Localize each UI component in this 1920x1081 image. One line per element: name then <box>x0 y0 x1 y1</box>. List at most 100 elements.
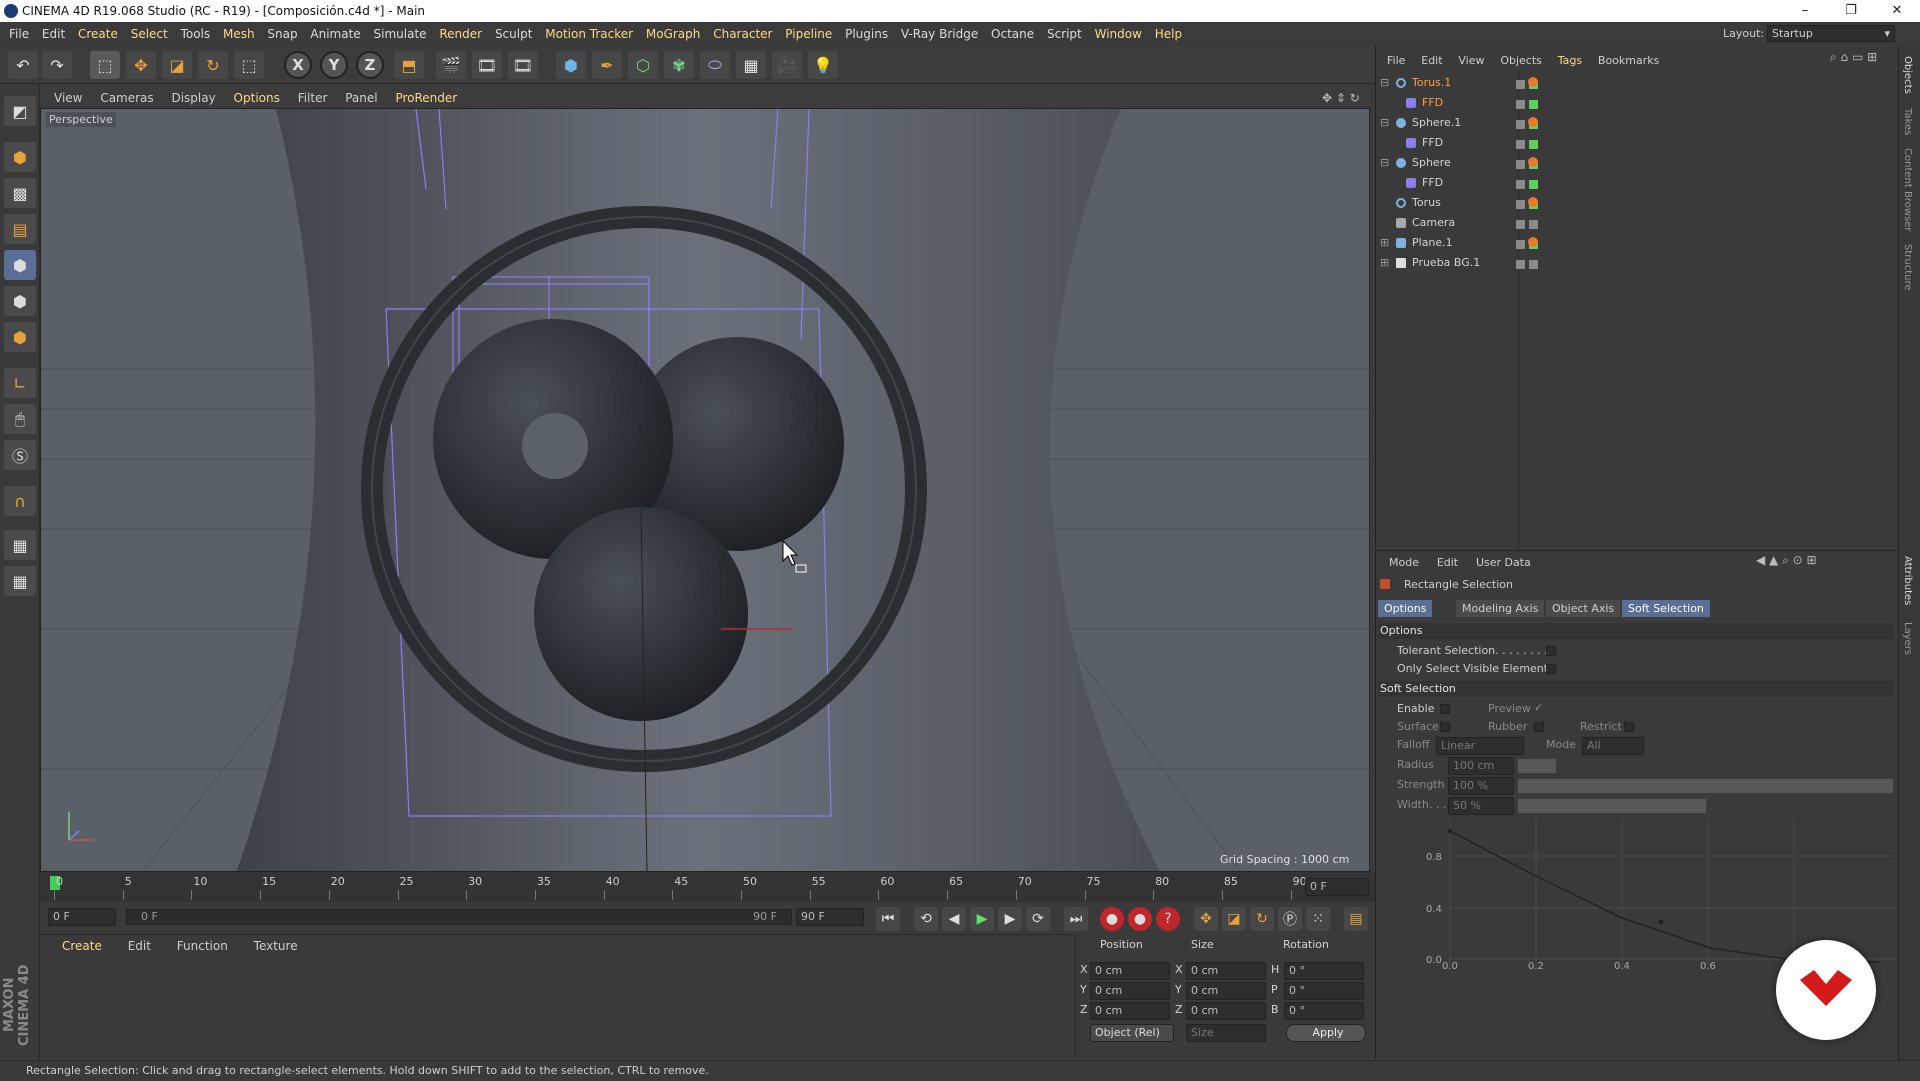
timeline-ruler[interactable]: 0 5 10 15 20 25 30 35 40 45 50 55 60 65 70 75 80 85 90 0 F <box>40 872 1375 902</box>
texture-mode-button[interactable]: ▩ <box>4 178 36 208</box>
solo-button[interactable]: Ⓢ <box>4 440 36 470</box>
menu-render[interactable]: Render <box>439 22 482 46</box>
add-nurbs-button[interactable]: ⬡ <box>628 51 658 79</box>
object-search-icons[interactable]: ⌕ ⌂ ▭ ⊞ <box>1830 50 1877 65</box>
width-slider[interactable] <box>1518 799 1706 813</box>
only-visible-checkbox[interactable] <box>1546 664 1556 674</box>
strength-slider[interactable] <box>1518 779 1893 793</box>
3d-viewport[interactable] <box>40 108 1370 872</box>
size-x-field[interactable]: 0 cm <box>1186 962 1266 980</box>
add-light-button[interactable]: 💡 <box>808 51 838 79</box>
tab-layers-vertical[interactable]: Layers <box>1902 622 1913 655</box>
tab-object-axis[interactable]: Object Axis <box>1546 600 1621 617</box>
radius-field[interactable]: 100 cm <box>1448 757 1514 775</box>
visibility-toggles[interactable] <box>1516 176 1546 190</box>
timeline-window-button[interactable]: ▤ <box>1344 907 1368 931</box>
model-mode-button[interactable]: ⬢ <box>4 142 36 172</box>
undo-button[interactable]: ↶ <box>8 51 38 79</box>
material-tag-icon[interactable] <box>1528 237 1538 247</box>
viewport-menu-panel[interactable]: Panel <box>345 88 377 108</box>
curve-point[interactable] <box>1658 919 1664 925</box>
viewport-menu-filter[interactable]: Filter <box>298 88 328 108</box>
snap-button[interactable]: ∩ <box>4 486 36 516</box>
viewport-menu-view[interactable]: View <box>54 88 82 108</box>
menu-mesh[interactable]: Mesh <box>223 22 255 46</box>
start-frame-field[interactable]: 0 F <box>48 908 116 926</box>
pos-x-field[interactable]: 0 cm <box>1090 962 1170 980</box>
menu-window[interactable]: Window <box>1095 22 1142 46</box>
key-position-button[interactable]: ✥ <box>1194 907 1218 931</box>
material-tag-icon[interactable] <box>1528 197 1538 207</box>
minimize-button[interactable]: – <box>1782 0 1828 22</box>
key-scale-button[interactable]: ◪ <box>1222 907 1246 931</box>
rot-p-field[interactable]: 0 ° <box>1284 982 1364 1000</box>
obj-menu-bookmarks[interactable]: Bookmarks <box>1598 54 1659 67</box>
radius-slider[interactable] <box>1518 759 1556 773</box>
strength-field[interactable]: 100 % <box>1448 777 1514 795</box>
add-deformer-button[interactable]: ⬭ <box>700 51 730 79</box>
rot-b-field[interactable]: 0 ° <box>1284 1002 1364 1020</box>
attr-nav-icons[interactable]: ◀ ▲ ⌕ ⊙ ⊞ <box>1756 553 1817 568</box>
play-button[interactable]: ▶ <box>970 907 994 931</box>
viewport-menu-cameras[interactable]: Cameras <box>100 88 153 108</box>
coord-mode-dropdown[interactable]: Object (Rel) <box>1090 1024 1174 1042</box>
pos-y-field[interactable]: 0 cm <box>1090 982 1170 1000</box>
close-button[interactable]: ✕ <box>1874 0 1920 22</box>
menu-help[interactable]: Help <box>1155 22 1182 46</box>
tab-options[interactable]: Options <box>1378 600 1433 617</box>
move-tool[interactable]: ✥ <box>126 51 156 79</box>
visibility-toggles[interactable] <box>1516 96 1546 110</box>
material-menu-texture[interactable]: Texture <box>254 939 298 953</box>
keyframe-selection-button[interactable]: ? <box>1156 907 1180 931</box>
add-floor-button[interactable]: ▦ <box>736 51 766 79</box>
attr-menu-mode[interactable]: Mode <box>1389 556 1419 569</box>
menu-character[interactable]: Character <box>713 22 772 46</box>
material-menu-edit[interactable]: Edit <box>128 939 151 953</box>
axis-mode-button[interactable]: ∟ <box>4 368 36 398</box>
viewport-menu-prorender[interactable]: ProRender <box>395 88 457 108</box>
rot-h-field[interactable]: 0 ° <box>1284 962 1364 980</box>
tolerant-selection-checkbox[interactable] <box>1546 646 1556 656</box>
live-selection-tool[interactable]: ⬚ <box>234 51 264 79</box>
end-frame-field[interactable]: 90 F <box>796 908 864 926</box>
pos-z-field[interactable]: 0 cm <box>1090 1002 1170 1020</box>
y-axis-lock[interactable]: Y <box>320 51 348 79</box>
tab-modeling-axis[interactable]: Modeling Axis <box>1456 600 1545 617</box>
menu-tools[interactable]: Tools <box>181 22 211 46</box>
range-slider[interactable]: 0 F 90 F <box>126 909 792 925</box>
menu-select[interactable]: Select <box>131 22 168 46</box>
rectangle-selection-tool[interactable]: ⬚ <box>90 51 120 79</box>
enable-checkbox[interactable] <box>1440 704 1450 714</box>
width-field[interactable]: 50 % <box>1448 797 1514 815</box>
edges-mode-button[interactable]: ⬢ <box>4 286 36 316</box>
x-axis-lock[interactable]: X <box>284 51 312 79</box>
record-button[interactable]: ● <box>1100 907 1124 931</box>
go-to-start-button[interactable]: ⏮ <box>876 907 900 931</box>
object-row-prueba-bg1[interactable]: ⊞ Prueba BG.1 <box>1378 253 1538 273</box>
tab-structure-vertical[interactable]: Structure <box>1902 244 1913 291</box>
redo-button[interactable]: ↷ <box>42 51 72 79</box>
restrict-checkbox[interactable] <box>1624 722 1634 732</box>
render-settings-button[interactable]: 🎞 <box>508 51 538 79</box>
rotate-tool[interactable]: ↻ <box>198 51 228 79</box>
surface-checkbox[interactable] <box>1440 722 1450 732</box>
points-mode-button[interactable]: ⬢ <box>4 250 36 280</box>
prev-frame-button[interactable]: ◀ <box>942 907 966 931</box>
menu-sculpt[interactable]: Sculpt <box>495 22 532 46</box>
material-menu-function[interactable]: Function <box>177 939 228 953</box>
add-cube-button[interactable]: ⬢ <box>556 51 586 79</box>
falloff-dropdown[interactable]: Linear <box>1436 737 1524 755</box>
object-row-ffd[interactable]: FFD <box>1378 93 1538 113</box>
apply-button[interactable]: Apply <box>1286 1024 1366 1042</box>
object-row-plane1[interactable]: ⊞ Plane.1 <box>1378 233 1538 253</box>
curve-point[interactable] <box>1447 828 1453 834</box>
material-tag-icon[interactable] <box>1528 117 1538 127</box>
menu-edit[interactable]: Edit <box>42 22 65 46</box>
go-to-end-button[interactable]: ⏭ <box>1064 907 1088 931</box>
key-param-button[interactable]: Ⓟ <box>1278 907 1302 931</box>
material-tag-icon[interactable] <box>1528 77 1538 87</box>
rubber-checkbox[interactable] <box>1534 722 1544 732</box>
object-row-ffd[interactable]: FFD <box>1378 173 1538 193</box>
material-menu-create[interactable]: Create <box>62 939 102 953</box>
size-z-field[interactable]: 0 cm <box>1186 1002 1266 1020</box>
